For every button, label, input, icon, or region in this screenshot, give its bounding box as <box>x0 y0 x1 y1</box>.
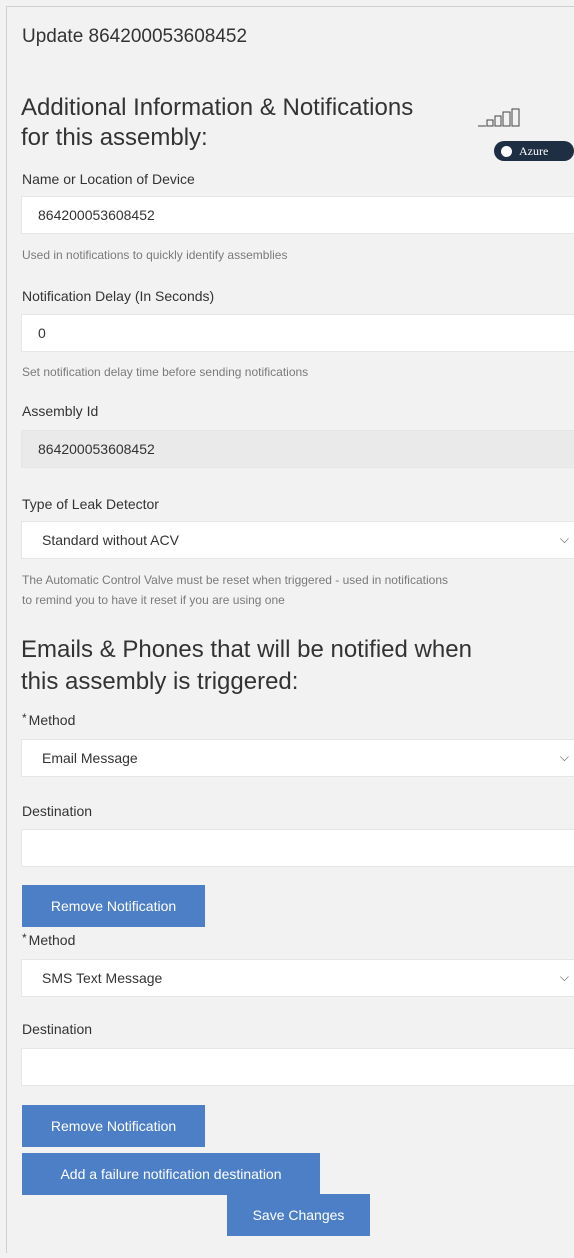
leak-detector-label: Type of Leak Detector <box>22 496 159 512</box>
remove-notification-button-2[interactable]: Remove Notification <box>22 1105 205 1147</box>
azure-toggle-badge[interactable]: Azure <box>494 141 574 161</box>
destination-label-1: Destination <box>22 803 93 819</box>
azure-badge-label: Azure <box>519 143 549 158</box>
remove-notification-button-1[interactable]: Remove Notification <box>22 885 205 927</box>
section-heading-info-line1: Additional Information & Notifications <box>21 94 414 121</box>
section-heading-info-line2: for this assembly: <box>21 124 208 151</box>
destination-input-1[interactable] <box>21 829 574 867</box>
method-selected-1: Email Message <box>42 750 138 766</box>
device-name-value: 864200053608452 <box>38 207 155 223</box>
page-title: Update 864200053608452 <box>22 26 248 47</box>
method-select-2[interactable]: SMS Text Message ⌵ <box>21 959 574 997</box>
destination-label-2: Destination <box>22 1021 93 1037</box>
notifications-heading-line1: Emails & Phones that will be notified wh… <box>21 636 472 663</box>
leak-detector-selected: Standard without ACV <box>42 532 179 548</box>
device-name-label: Name or Location of Device <box>22 171 195 187</box>
destination-input-2[interactable] <box>21 1048 574 1086</box>
device-name-help: Used in notifications to quickly identif… <box>22 248 288 262</box>
method-label-2: * Method <box>22 931 76 948</box>
assembly-id-label: Assembly Id <box>22 403 99 419</box>
required-mark: * <box>22 931 27 945</box>
method-label-1: * Method <box>22 711 76 728</box>
toggle-icon <box>501 145 512 157</box>
leak-detector-help-line2: to remind you to have it reset if you ar… <box>22 593 285 607</box>
assembly-id-field: 864200053608452 <box>21 430 574 468</box>
method-label-text: Method <box>28 712 76 728</box>
notification-delay-help: Set notification delay time before sendi… <box>22 365 309 379</box>
notification-delay-label: Notification Delay (In Seconds) <box>22 288 215 304</box>
leak-detector-select[interactable]: Standard without ACV ⌵ <box>21 521 574 559</box>
notifications-heading-line2: this assembly is triggered: <box>21 668 299 695</box>
signal-bars-icon <box>478 108 520 127</box>
chevron-down-icon: ⌵ <box>559 749 569 764</box>
add-notification-destination-button[interactable]: Add a failure notification destination <box>22 1153 320 1195</box>
save-changes-button[interactable]: Save Changes <box>227 1194 370 1236</box>
required-mark: * <box>22 711 27 725</box>
notification-delay-value: 0 <box>38 325 46 341</box>
device-name-input[interactable]: 864200053608452 <box>21 196 574 234</box>
chevron-down-icon: ⌵ <box>559 969 569 984</box>
assembly-id-value: 864200053608452 <box>38 441 155 457</box>
leak-detector-help-line1: The Automatic Control Valve must be rese… <box>22 573 448 587</box>
method-select-1[interactable]: Email Message ⌵ <box>21 739 574 777</box>
notification-delay-input[interactable]: 0 <box>21 314 574 352</box>
method-selected-2: SMS Text Message <box>42 970 163 986</box>
chevron-down-icon: ⌵ <box>559 531 569 546</box>
method-label-text: Method <box>28 932 76 948</box>
